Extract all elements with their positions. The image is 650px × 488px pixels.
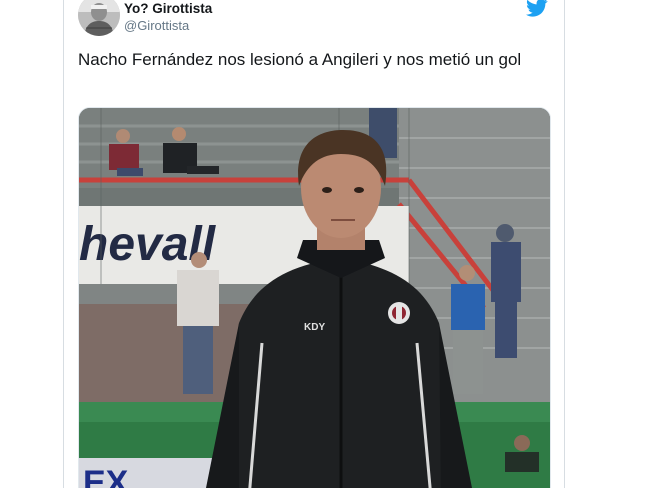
jacket-logo-text: KDY: [304, 322, 325, 333]
tweet-card: Yo? Girottista @Girottista Nacho Fernánd…: [63, 0, 565, 488]
tweet-text: Nacho Fernández nos lesionó a Angileri y…: [78, 50, 522, 69]
tweet-media-photo[interactable]: hevall EX KDY: [78, 107, 551, 488]
avatar-photo: [78, 0, 120, 36]
twitter-bird-icon[interactable]: [526, 0, 548, 18]
user-block: Yo? Girottista @Girottista: [124, 0, 212, 34]
avatar[interactable]: [78, 0, 120, 36]
display-name[interactable]: Yo? Girottista: [124, 0, 212, 17]
steward-blue-vest: [451, 265, 485, 394]
spectator-white-jacket: [177, 252, 219, 394]
police-officer-right: [491, 224, 521, 358]
media-image: hevall EX KDY: [79, 108, 550, 488]
user-handle[interactable]: @Girottista: [124, 17, 212, 34]
bottom-board-text: EX: [83, 464, 129, 488]
page: Yo? Girottista @Girottista Nacho Fernánd…: [0, 0, 650, 488]
